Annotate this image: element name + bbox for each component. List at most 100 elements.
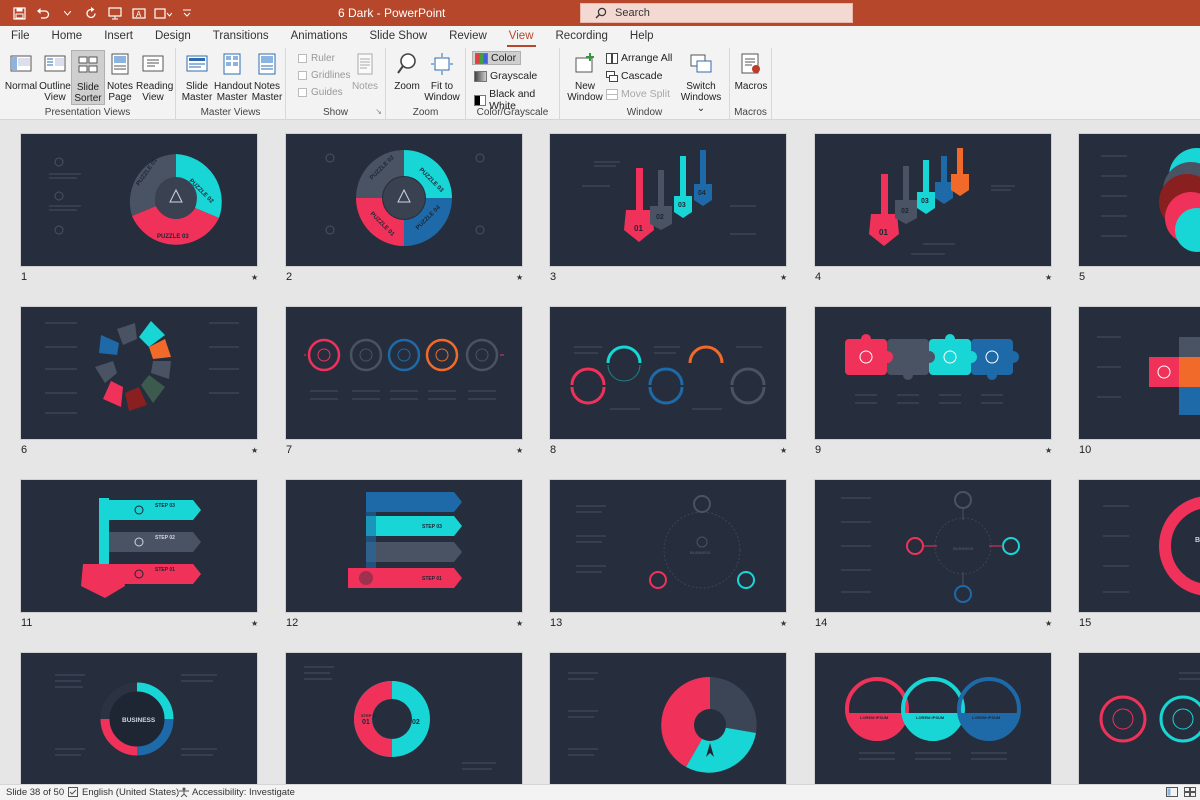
search-input[interactable]: Search <box>580 3 853 23</box>
slide-thumbnail-16[interactable]: BUSINESS <box>20 652 258 784</box>
slide-sorter-status-icon[interactable] <box>1184 787 1196 800</box>
slide-1-puzzle-03-label: PUZZLE 03 <box>157 234 189 240</box>
group-color-grayscale: Color Grayscale Black and White Color/Gr… <box>466 48 560 120</box>
accessibility-icon[interactable] <box>178 787 190 800</box>
gridlines-checkbox[interactable]: Gridlines <box>298 70 350 81</box>
undo-icon[interactable] <box>34 4 52 22</box>
slide-sorter-button[interactable]: Slide Sorter <box>71 50 105 105</box>
slide-19-lorem-2: LOREM IPSUM <box>916 715 945 720</box>
tab-recording[interactable]: Recording <box>545 26 619 48</box>
switch-windows-button[interactable]: Switch Windows ⌄ <box>680 50 722 114</box>
slide-4-key-03: 03 <box>921 198 929 205</box>
accessibility-status[interactable]: Accessibility: Investigate <box>192 787 295 798</box>
transition-star-icon[interactable]: ★ <box>251 446 258 455</box>
reading-view-button[interactable]: Reading View <box>136 50 173 103</box>
transition-star-icon[interactable]: ★ <box>1045 273 1052 282</box>
language-indicator[interactable]: English (United States) <box>82 787 179 798</box>
shape-icon[interactable] <box>154 4 172 22</box>
title-bar: A 6 Dark - PowerPoint Search <box>0 0 1200 26</box>
slide-thumbnail-12[interactable]: STEP 03 STEP 01 <box>285 479 523 613</box>
transition-star-icon[interactable]: ★ <box>516 273 523 282</box>
transition-star-icon[interactable]: ★ <box>516 619 523 628</box>
slide-thumbnail-5[interactable] <box>1078 133 1200 267</box>
slide-thumbnail-1[interactable]: PUZZLE 02 PUZZLE 01 PUZZLE 03 <box>20 133 258 267</box>
slide-13-business-label: BUSINESS <box>690 550 711 555</box>
tab-file[interactable]: File <box>0 26 41 48</box>
chevron-down-icon[interactable] <box>58 4 76 22</box>
slide-thumbnail-3[interactable]: 01 02 03 04 <box>549 133 787 267</box>
slide-master-label-2: Master <box>181 92 213 103</box>
slide-thumbnail-8[interactable] <box>549 306 787 440</box>
tab-slide-show[interactable]: Slide Show <box>359 26 439 48</box>
tab-home[interactable]: Home <box>41 26 94 48</box>
guides-checkbox[interactable]: Guides <box>298 87 343 98</box>
macros-button[interactable]: Macros <box>734 50 768 92</box>
transition-star-icon[interactable]: ★ <box>1045 446 1052 455</box>
slide-thumbnail-11[interactable]: STEP 03 STEP 02 STEP 01 <box>20 479 258 613</box>
notes-page-label-2: Page <box>108 92 132 103</box>
transition-star-icon[interactable]: ★ <box>780 619 787 628</box>
slide-number-9: 9 <box>815 444 822 456</box>
new-window-label-2: Window <box>567 92 603 103</box>
slide-thumbnail-20[interactable] <box>1078 652 1200 784</box>
slide-thumbnail-2[interactable]: PUZZLE 03 PUZZLE 04 PUZZLE 01 PUZZLE 02 <box>285 133 523 267</box>
slide-thumbnail-10[interactable] <box>1078 306 1200 440</box>
slide-thumbnail-15[interactable]: BUSINESS <box>1078 479 1200 613</box>
group-show: Ruler Gridlines Guides Notes ↘ Show <box>286 48 386 120</box>
slide-sorter-pane[interactable]: PUZZLE 02 PUZZLE 01 PUZZLE 03 1 ★ PUZZLE… <box>0 121 1200 784</box>
handout-master-button[interactable]: Handout Master <box>214 50 252 103</box>
slide-number-10: 10 <box>1079 444 1092 456</box>
tab-insert[interactable]: Insert <box>93 26 144 48</box>
slide-sorter-label-2: Sorter <box>74 93 102 104</box>
slide-thumbnail-17[interactable]: STEP 01 01 02 <box>285 652 523 784</box>
slide-thumbnail-13[interactable]: BUSINESS <box>549 479 787 613</box>
transition-star-icon[interactable]: ★ <box>516 446 523 455</box>
slide-number-12: 12 <box>286 617 299 629</box>
arrange-all-button[interactable]: Arrange All <box>606 52 672 64</box>
grayscale-label: Grayscale <box>490 70 538 82</box>
new-window-button[interactable]: New Window <box>566 50 604 103</box>
zoom-button[interactable]: Zoom <box>390 50 424 92</box>
slide-11-step-01: STEP 01 <box>155 567 175 573</box>
ruler-checkbox[interactable]: Ruler <box>298 53 335 64</box>
tab-design[interactable]: Design <box>144 26 202 48</box>
normal-view-status-icon[interactable] <box>1166 787 1178 800</box>
transition-star-icon[interactable]: ★ <box>780 446 787 455</box>
cascade-button[interactable]: Cascade <box>606 70 662 82</box>
slide-thumbnail-6[interactable] <box>20 306 258 440</box>
slide-thumbnail-9[interactable] <box>814 306 1052 440</box>
textbox-icon[interactable]: A <box>130 4 148 22</box>
notes-master-button[interactable]: Notes Master <box>250 50 284 103</box>
grayscale-button[interactable]: Grayscale <box>474 70 537 82</box>
notes-page-button[interactable]: Notes Page <box>103 50 137 103</box>
move-split-button[interactable]: Move Split <box>606 88 670 100</box>
normal-view-button[interactable]: Normal <box>4 50 38 92</box>
color-swatch-icon <box>475 52 488 64</box>
slide-thumbnail-4[interactable]: 01 02 03 <box>814 133 1052 267</box>
search-icon <box>595 7 607 19</box>
tab-help[interactable]: Help <box>619 26 665 48</box>
customize-qat-icon[interactable] <box>178 4 196 22</box>
transition-star-icon[interactable]: ★ <box>251 619 258 628</box>
redo-icon[interactable] <box>82 4 100 22</box>
tab-transitions[interactable]: Transitions <box>202 26 280 48</box>
slide-thumbnail-19[interactable]: LOREM IPSUM LOREM IPSUM LOREM IPSUM <box>814 652 1052 784</box>
present-icon[interactable] <box>106 4 124 22</box>
slide-thumbnail-14[interactable]: BUSINESS <box>814 479 1052 613</box>
save-icon[interactable] <box>10 4 28 22</box>
transition-star-icon[interactable]: ★ <box>1045 619 1052 628</box>
transition-star-icon[interactable]: ★ <box>780 273 787 282</box>
tab-animations[interactable]: Animations <box>280 26 359 48</box>
spellcheck-icon[interactable] <box>68 787 78 800</box>
color-button[interactable]: Color <box>472 51 522 65</box>
tab-review[interactable]: Review <box>438 26 498 48</box>
slide-master-button[interactable]: Slide Master <box>180 50 214 103</box>
notes-button[interactable]: Notes <box>348 50 382 92</box>
fit-to-window-button[interactable]: Fit to Window <box>424 50 460 103</box>
outline-view-button[interactable]: Outline View <box>38 50 72 103</box>
tab-view[interactable]: View <box>498 26 545 48</box>
slide-4-key-01: 01 <box>879 228 888 237</box>
slide-thumbnail-7[interactable] <box>285 306 523 440</box>
slide-thumbnail-18[interactable] <box>549 652 787 784</box>
transition-star-icon[interactable]: ★ <box>251 273 258 282</box>
